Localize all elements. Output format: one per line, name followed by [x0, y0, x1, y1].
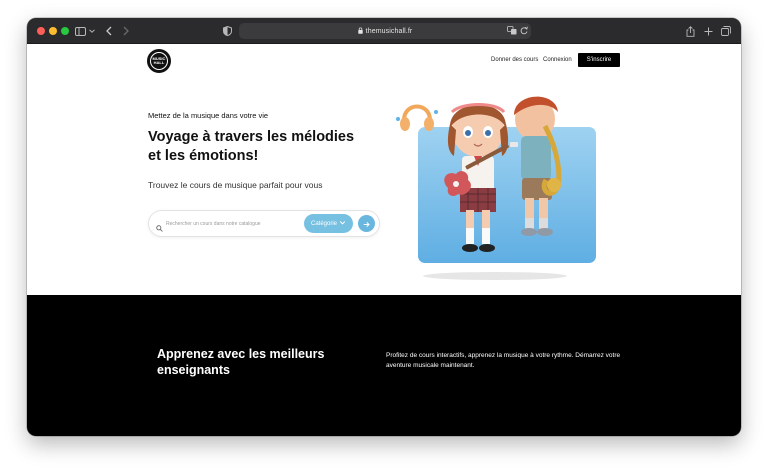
reload-icon[interactable]	[520, 26, 528, 37]
lock-icon	[357, 26, 363, 36]
nav-link-login[interactable]: Connexion	[543, 57, 572, 63]
section-title: Apprenez avec les meilleurs enseignants	[157, 347, 325, 377]
hero-eyebrow: Mettez de la musique dans votre vie	[148, 111, 269, 120]
site-logo[interactable]: MUSIC HALL	[147, 49, 171, 73]
page-content: MUSIC HALL Donner des cours Connexion S'…	[27, 44, 741, 436]
teachers-section: Apprenez avec les meilleurs enseignants …	[27, 295, 741, 436]
chevron-down-icon	[339, 219, 346, 228]
minimize-window-button[interactable]	[49, 27, 57, 35]
sidebar-icon[interactable]	[75, 24, 95, 38]
hero-illustration	[390, 80, 600, 280]
tabs-icon[interactable]	[721, 24, 731, 38]
address-url: themusichall.fr	[365, 27, 413, 35]
logo-text-bottom: HALL	[153, 60, 165, 65]
close-window-button[interactable]	[37, 27, 45, 35]
hero-headline: Voyage à travers les mélodies et les émo…	[148, 129, 355, 164]
search-bar[interactable]: Rechercher un cours dans notre catalogue…	[148, 210, 380, 237]
search-input[interactable]: Rechercher un cours dans notre catalogue	[166, 221, 261, 227]
share-icon[interactable]	[685, 24, 695, 38]
hero-section: MUSIC HALL Donner des cours Connexion S'…	[27, 44, 741, 295]
nav-link-teach[interactable]: Donner des cours	[491, 57, 538, 63]
browser-toolbar: themusichall.fr	[27, 18, 741, 44]
forward-icon[interactable]	[121, 24, 131, 38]
logo-mark: MUSIC HALL	[150, 52, 168, 70]
back-icon[interactable]	[104, 24, 114, 38]
signup-button[interactable]: S'inscrire	[578, 53, 620, 67]
new-tab-icon[interactable]	[703, 24, 713, 38]
shield-icon[interactable]	[222, 24, 232, 38]
translate-icon[interactable]	[507, 26, 517, 37]
hero-subtitle: Trouvez le cours de musique parfait pour…	[148, 180, 323, 190]
section-text: Profitez de cours interactifs, apprenez …	[386, 352, 621, 369]
category-label: Catégorie	[311, 220, 338, 227]
browser-window: themusichall.fr MUSIC HALL Donner des co…	[27, 18, 741, 436]
category-dropdown[interactable]: Catégorie	[304, 214, 353, 233]
search-icon	[156, 219, 163, 237]
address-bar[interactable]: themusichall.fr	[239, 23, 531, 39]
arrow-right-icon	[363, 215, 370, 233]
search-submit-button[interactable]	[358, 215, 375, 232]
zoom-window-button[interactable]	[61, 27, 69, 35]
